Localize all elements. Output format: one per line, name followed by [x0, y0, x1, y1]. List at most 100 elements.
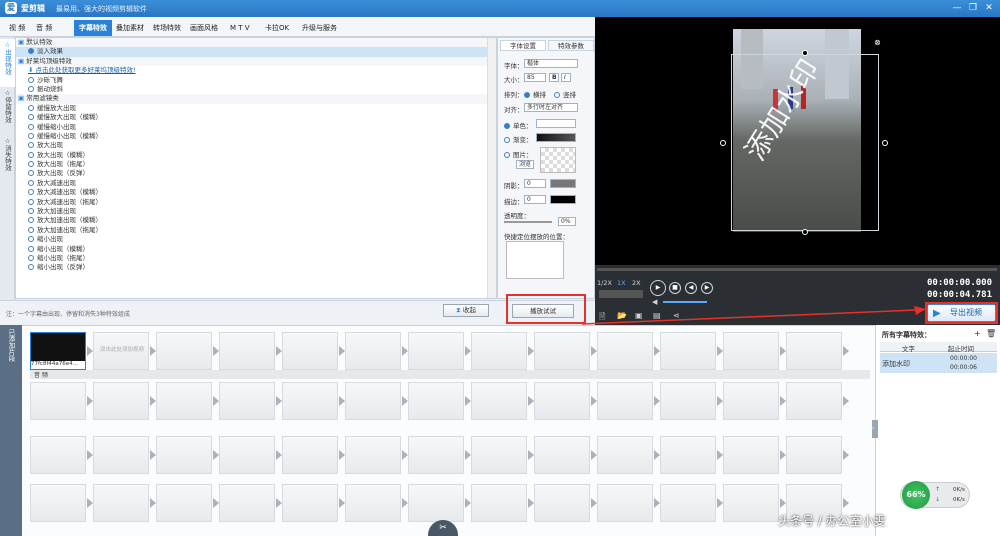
timeline-slot[interactable] — [219, 382, 275, 420]
effect-item[interactable]: 放大出现（反弹） — [16, 169, 496, 178]
speed-1x[interactable]: 1X — [617, 279, 626, 287]
timeline-slot[interactable] — [597, 332, 653, 370]
effect-item[interactable]: 放大加速出现（拖尾） — [16, 226, 496, 235]
effect-item[interactable]: 缩小出现 — [16, 235, 496, 244]
tab-karaoke[interactable]: 卡拉OK — [260, 20, 294, 36]
timeline-slot[interactable] — [786, 382, 842, 420]
size-input[interactable]: 85 — [524, 73, 546, 82]
effect-item[interactable]: 放大减速出现（模糊） — [16, 188, 496, 197]
timeline-slot[interactable] — [660, 436, 716, 474]
next-frame-icon[interactable]: ▶ — [701, 282, 713, 294]
timeline-slot[interactable] — [345, 332, 401, 370]
align-select[interactable]: 多行时左对齐 — [524, 103, 578, 112]
resize-handle[interactable] — [720, 140, 726, 146]
quick-position-grid[interactable] — [506, 241, 564, 279]
tab-audio[interactable]: 音 频 — [31, 20, 57, 36]
play-icon[interactable]: ▶ — [650, 280, 666, 296]
effect-category[interactable]: ▣ 好莱坞顶级特效 — [16, 56, 496, 67]
gradient-picker[interactable] — [536, 133, 576, 142]
solid-color-picker[interactable] — [536, 119, 576, 128]
timeline-slot[interactable] — [30, 484, 86, 522]
layout-vertical-radio[interactable]: 竖排 — [554, 89, 576, 99]
close-button[interactable]: ✕ — [982, 2, 996, 14]
effect-item[interactable]: 缓慢缩小出现（模糊） — [16, 132, 496, 141]
effect-item[interactable]: 放大加速出现（模糊） — [16, 216, 496, 225]
effect-item[interactable]: 缩小出现（模糊） — [16, 245, 496, 254]
timeline-slot[interactable] — [723, 382, 779, 420]
timeline-slot[interactable] — [723, 484, 779, 522]
effect-item[interactable]: 放大加速出现 — [16, 207, 496, 216]
timeline-slot[interactable] — [534, 484, 590, 522]
effect-category[interactable]: ▣ 默认特效 — [16, 38, 496, 48]
timeline-slot[interactable] — [723, 332, 779, 370]
timeline-slot[interactable] — [282, 436, 338, 474]
volume-icon[interactable]: ◀ — [652, 298, 657, 306]
timeline-slot[interactable] — [534, 436, 590, 474]
timeline-slot[interactable] — [408, 382, 464, 420]
sidetab-disappear[interactable]: ☆ 消失特效 — [0, 135, 15, 183]
timeline-slot[interactable] — [597, 382, 653, 420]
timeline-slot[interactable] — [471, 436, 527, 474]
timeline-slot[interactable] — [471, 382, 527, 420]
timeline-slot[interactable] — [345, 484, 401, 522]
timeline-slot[interactable] — [786, 436, 842, 474]
restore-button[interactable]: ❐ — [966, 2, 980, 14]
sidetab-appear[interactable]: ☆ 出现特效 — [0, 39, 15, 87]
timeline-slot[interactable] — [597, 436, 653, 474]
timeline-slot[interactable] — [219, 484, 275, 522]
effect-item[interactable]: 放大减速出现 — [16, 179, 496, 188]
timeline-slot[interactable] — [156, 332, 212, 370]
effect-item[interactable]: 缓慢放大出现（模糊） — [16, 113, 496, 122]
collapse-button[interactable]: ⧗ 收起 — [443, 304, 489, 317]
browse-button[interactable]: 浏览 — [516, 160, 534, 169]
timeline-slot[interactable] — [408, 436, 464, 474]
resize-handle[interactable] — [802, 229, 808, 235]
tab-style[interactable]: 画面风格 — [185, 20, 223, 36]
tab-font-settings[interactable]: 字体设置 — [500, 40, 546, 51]
timeline-slot[interactable] — [156, 436, 212, 474]
timeline-slot[interactable] — [660, 382, 716, 420]
timeline-slot[interactable] — [345, 436, 401, 474]
timeline-slot[interactable] — [93, 436, 149, 474]
timeline-slot[interactable] — [471, 332, 527, 370]
timeline-slot[interactable] — [282, 382, 338, 420]
timeline-slot[interactable] — [93, 484, 149, 522]
timeline-slot[interactable] — [156, 484, 212, 522]
effect-item[interactable]: 放大出现 — [16, 141, 496, 150]
subtitle-row[interactable]: 添加水印 00:00:00 00:00:06 — [880, 353, 997, 373]
memory-usage-badge[interactable]: 66% — [902, 481, 930, 509]
timeline-slot[interactable] — [156, 382, 212, 420]
panel-toggle-icon[interactable]: › — [872, 420, 878, 438]
italic-button[interactable]: I — [561, 73, 571, 82]
timeline-slot[interactable] — [534, 382, 590, 420]
effect-item[interactable]: 沙砾飞舞 — [16, 76, 496, 85]
timeline-slot[interactable] — [408, 332, 464, 370]
layout-horizontal-radio[interactable]: 横排 — [524, 89, 546, 99]
outline-color[interactable] — [550, 195, 576, 204]
image-radio[interactable]: 图片： — [504, 149, 533, 159]
resize-handle[interactable] — [802, 50, 808, 56]
opacity-input[interactable]: 0% — [558, 217, 576, 226]
tab-subtitle-effects[interactable]: 字幕特效 — [74, 20, 112, 36]
tab-transition[interactable]: 转场特效 — [148, 20, 186, 36]
outline-input[interactable]: 0 — [524, 195, 546, 204]
effect-item[interactable]: 缩小出现（拖尾） — [16, 254, 496, 263]
sidetab-stay[interactable]: ☆ 停留特效 — [0, 87, 15, 135]
volume-slider[interactable] — [663, 301, 707, 303]
effect-item[interactable]: 淡入效果 — [16, 47, 496, 57]
gradient-radio[interactable]: 渐变： — [504, 134, 533, 144]
timeline-slot[interactable] — [219, 436, 275, 474]
timeline-slot[interactable] — [723, 436, 779, 474]
zoom-slider[interactable] — [599, 290, 643, 298]
timeline-slot[interactable] — [408, 484, 464, 522]
effect-item[interactable]: ⬇ 点击此处获取更多好莱坞顶级特效! — [16, 66, 496, 75]
timeline-slot[interactable] — [534, 332, 590, 370]
shadow-input[interactable]: 0 — [524, 179, 546, 188]
tab-effect-params[interactable]: 特效参数 — [548, 40, 594, 51]
bold-button[interactable]: B — [549, 73, 559, 82]
progress-bar[interactable] — [597, 268, 997, 271]
timeline-slot[interactable] — [345, 382, 401, 420]
effects-scrollbar[interactable] — [487, 38, 496, 298]
resize-handle[interactable] — [882, 140, 888, 146]
effect-item[interactable]: 缓慢缩小出现 — [16, 123, 496, 132]
